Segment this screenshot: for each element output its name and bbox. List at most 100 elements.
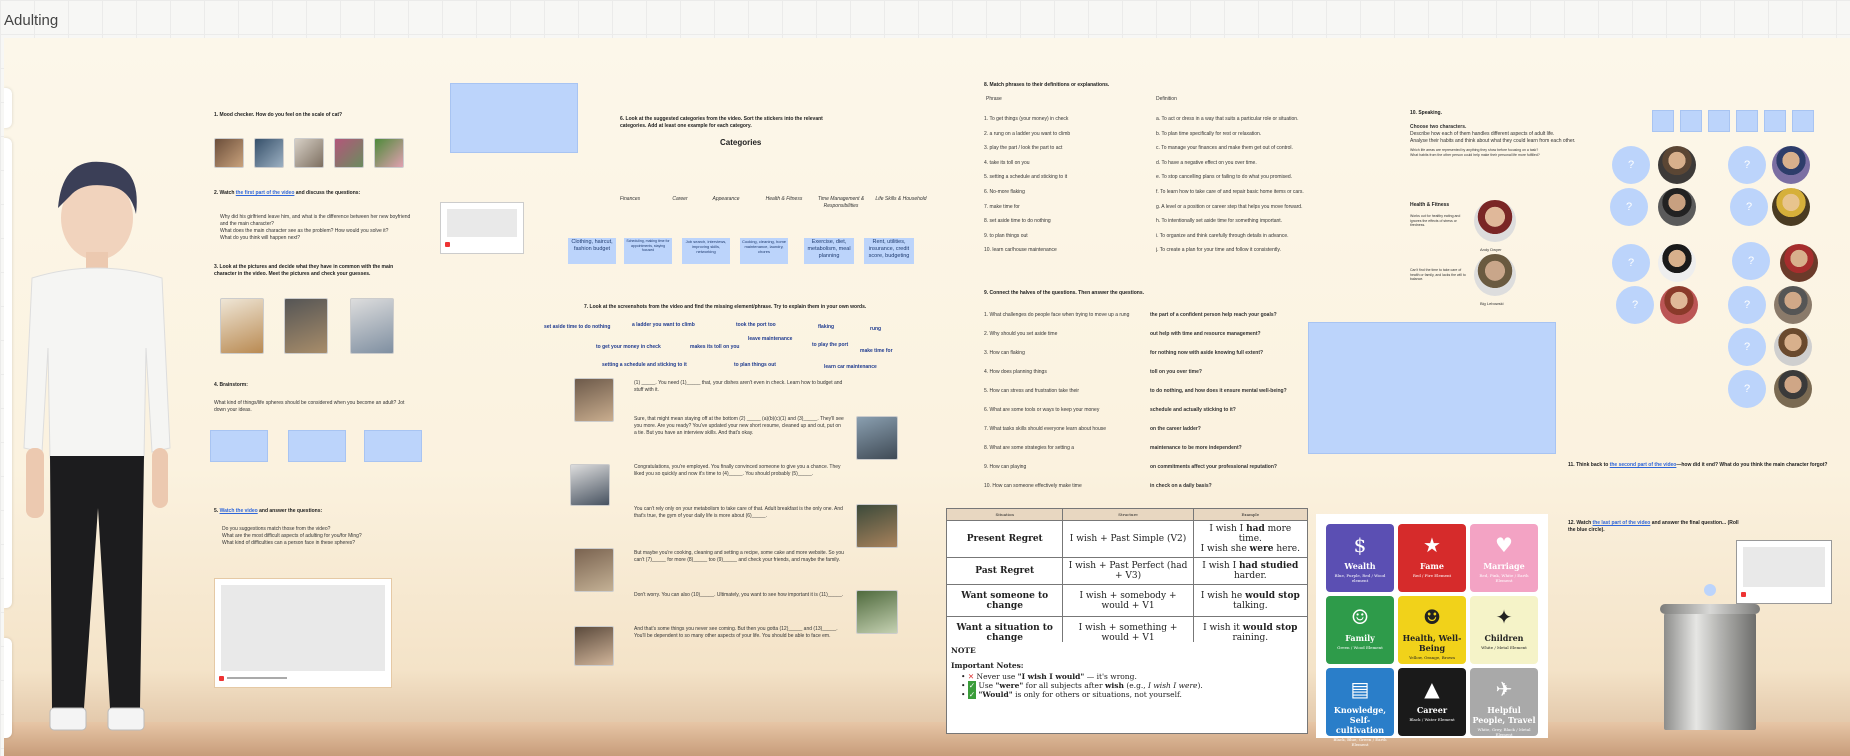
character-1-photo[interactable] (1474, 200, 1516, 242)
character-hidden-circle[interactable]: ? (1728, 286, 1766, 324)
left-panel-tab[interactable] (4, 638, 12, 738)
mini-sticky-1[interactable] (1652, 110, 1674, 132)
picture-room[interactable] (284, 298, 328, 354)
video-screen[interactable] (447, 209, 517, 237)
character-avatar[interactable] (1774, 286, 1812, 324)
sticker-time-management[interactable]: Scheduling, making time for appointments… (624, 238, 672, 264)
character-avatar[interactable] (1660, 286, 1698, 324)
character-avatar[interactable] (1774, 328, 1812, 366)
mood-cat-image-3[interactable] (294, 138, 324, 168)
character-hidden-circle[interactable]: ? (1616, 286, 1654, 324)
lesson-frame[interactable]: 1. Mood checker. How do you feel on the … (4, 38, 1850, 756)
blue-circle-token[interactable] (1704, 584, 1716, 596)
life-sphere-tile[interactable]: ▲ Career Black / Water Element (1398, 668, 1466, 736)
character-avatar[interactable] (1774, 370, 1812, 408)
video-screenshot-6[interactable] (856, 590, 898, 634)
picture-person[interactable] (350, 298, 394, 354)
picture-food[interactable] (220, 298, 264, 354)
character-avatar[interactable] (1780, 244, 1818, 282)
phrase-fragment[interactable]: to plan things out (734, 362, 776, 368)
situation-cell: Present Regret (945, 520, 1064, 558)
life-sphere-icon: $ (1353, 533, 1367, 557)
last-part-video-link[interactable]: the last part of the video (1593, 520, 1651, 526)
first-part-video-link[interactable]: the first part of the video (236, 190, 295, 196)
sticker-health-fitness[interactable]: Exercise, diet, metabolism, meal plannin… (804, 238, 854, 264)
mini-sticky-5[interactable] (1764, 110, 1786, 132)
character-avatar[interactable] (1658, 146, 1696, 184)
character-hidden-circle[interactable]: ? (1728, 146, 1766, 184)
video-progress-bar[interactable] (227, 677, 287, 679)
phrase-fragment[interactable]: makes its toll on you (690, 344, 739, 350)
phrase-fragment[interactable]: leave maintenance (748, 336, 792, 342)
character-hidden-circle[interactable]: ? (1730, 188, 1768, 226)
video-screenshot-2[interactable] (856, 416, 898, 460)
phrase-fragment[interactable]: setting a schedule and sticking to it (602, 362, 687, 368)
video-screen[interactable] (1743, 547, 1825, 587)
definition-item: b. To plan time specifically for rest or… (1156, 130, 1262, 137)
life-sphere-tile[interactable]: ★ Fame Red / Fire Element (1398, 524, 1466, 592)
second-part-video-link[interactable]: the second part of the video (1610, 462, 1677, 468)
video-screenshot-1[interactable] (574, 378, 614, 422)
gap-text-4: You can't rely only on your metabolism t… (634, 506, 843, 519)
video-screenshot-7[interactable] (574, 626, 614, 666)
question-end: schedule and actually sticking to it? (1150, 407, 1236, 413)
life-sphere-tile[interactable]: $ Wealth Blue, Purple, Red / Wood element (1326, 524, 1394, 592)
phrase-fragment[interactable]: rung (870, 326, 881, 332)
mood-cat-image-1[interactable] (214, 138, 244, 168)
mood-cat-image-4[interactable] (334, 138, 364, 168)
character-hidden-circle[interactable]: ? (1610, 188, 1648, 226)
mini-sticky-6[interactable] (1792, 110, 1814, 132)
character-hidden-circle[interactable]: ? (1728, 370, 1766, 408)
life-sphere-tile[interactable]: ▤ Knowledge, Self-cultivation Black, Blue,… (1326, 668, 1394, 747)
character-hidden-circle[interactable]: ? (1612, 244, 1650, 282)
top-sticky-note[interactable] (450, 83, 578, 153)
watch-video-link[interactable]: Watch the video (220, 508, 258, 514)
character-avatar[interactable] (1658, 244, 1696, 282)
sticker-appearance[interactable]: Clothing, haircut, fashion budget (568, 238, 616, 264)
character-hidden-circle[interactable]: ? (1612, 146, 1650, 184)
sec8-col-definition: Definition (1156, 96, 1177, 102)
life-sphere-tile[interactable]: ✈ Helpful People, Travel White, Grey, Blac… (1470, 668, 1538, 737)
phrase-fragment[interactable]: took the port too (736, 322, 776, 328)
life-sphere-tile[interactable]: ♥ Marriage Red, Pink, White / Earth Elemen… (1470, 524, 1538, 592)
phrase-fragment[interactable]: a ladder you want to climb (632, 322, 695, 328)
video-screen[interactable] (221, 585, 385, 671)
character-avatar[interactable] (1772, 146, 1810, 184)
phrase-fragment[interactable]: learn car maintenance (824, 364, 877, 370)
character-hidden-circle[interactable]: ? (1728, 328, 1766, 366)
answers-sticky-note[interactable] (1308, 322, 1556, 454)
mood-cat-image-2[interactable] (254, 138, 284, 168)
character-hidden-circle[interactable]: ? (1732, 242, 1770, 280)
character-avatar[interactable] (1772, 188, 1810, 226)
video-screenshot-4[interactable] (856, 504, 898, 548)
video-screenshot-3[interactable] (570, 464, 610, 506)
phrase-fragment[interactable]: to get your money in check (596, 344, 661, 350)
mini-sticky-2[interactable] (1680, 110, 1702, 132)
left-panel-tab[interactable] (4, 138, 12, 608)
brainstorm-sticky-2[interactable] (288, 430, 346, 462)
mood-cat-image-5[interactable] (374, 138, 404, 168)
mini-sticky-3[interactable] (1708, 110, 1730, 132)
life-sphere-tile[interactable]: ☻ Health, Well-Being Yellow, Orange, Brown (1398, 596, 1466, 664)
life-sphere-tile[interactable]: ☺ Family Green / Wood Element (1326, 596, 1394, 664)
left-panel-tab[interactable] (4, 88, 12, 128)
video-screenshot-5[interactable] (574, 548, 614, 592)
sticker-finances[interactable]: Rent, utilities, insurance, credit score… (864, 238, 914, 264)
question-start: 6. What are some tools or ways to keep y… (984, 407, 1100, 413)
sticker-life-skills[interactable]: Cooking, cleaning, home maintenance, lau… (740, 238, 788, 264)
mini-sticky-4[interactable] (1736, 110, 1758, 132)
life-sphere-tile[interactable]: ✦ Children White / Metal Element (1470, 596, 1538, 664)
video-player-main[interactable] (214, 578, 392, 688)
character-avatar[interactable] (1658, 188, 1696, 226)
video-player-final[interactable] (1736, 540, 1832, 604)
sec11-title: 11. Think back to the second part of the… (1568, 462, 1828, 468)
character-2-photo[interactable] (1474, 254, 1516, 296)
brainstorm-sticky-1[interactable] (210, 430, 268, 462)
phrase-fragment[interactable]: flaking (818, 324, 834, 330)
phrase-fragment[interactable]: set aside time to do nothing (544, 324, 610, 330)
sticker-career[interactable]: Job search, interviews, improving skills… (682, 238, 730, 264)
phrase-fragment[interactable]: make time for (860, 348, 893, 354)
brainstorm-sticky-3[interactable] (364, 430, 422, 462)
phrase-fragment[interactable]: to play the port (812, 342, 848, 348)
video-player-small[interactable] (440, 202, 524, 254)
